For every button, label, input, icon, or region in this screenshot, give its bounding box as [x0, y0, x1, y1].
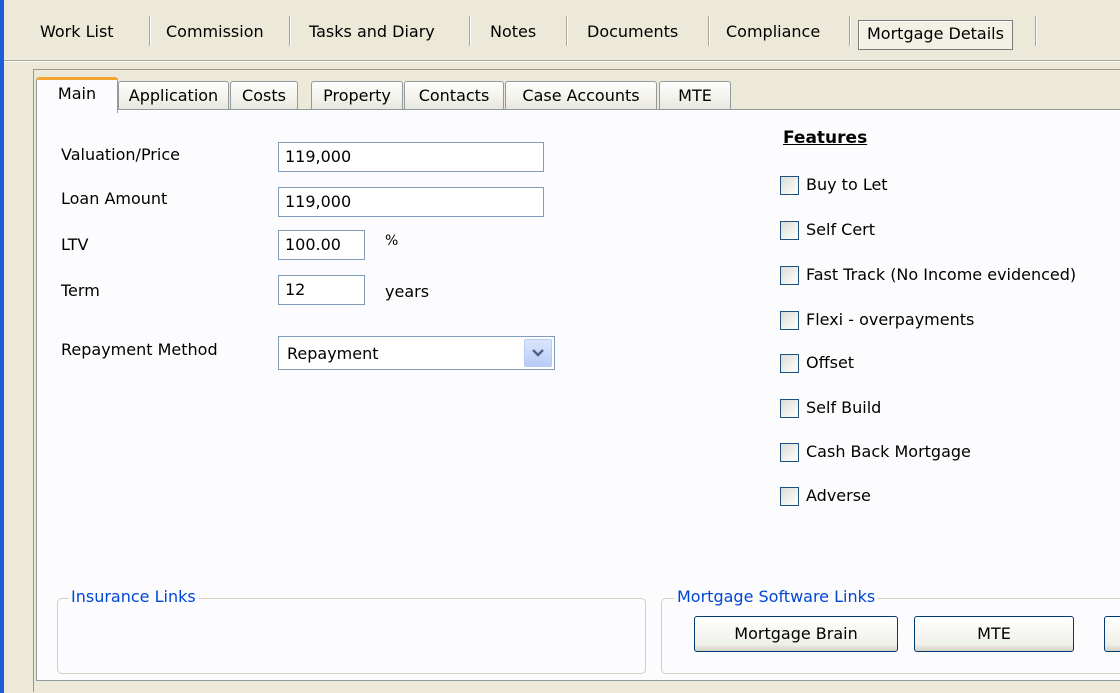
nav-separator [708, 16, 710, 46]
tab-application[interactable]: Application [118, 81, 229, 110]
nav-commission[interactable]: Commission [166, 19, 264, 47]
nav-separator [849, 16, 851, 46]
insurance-links-title: Insurance Links [68, 587, 199, 606]
checkbox[interactable] [780, 354, 799, 373]
ltv-label: LTV [61, 235, 89, 254]
partial-button[interactable] [1104, 616, 1120, 652]
tab-contacts[interactable]: Contacts [404, 81, 504, 110]
nav-mortgage-details[interactable]: Mortgage Details [858, 20, 1013, 50]
nav-notes[interactable]: Notes [490, 19, 536, 47]
nav-separator [566, 16, 568, 46]
insurance-links-group: Insurance Links [57, 587, 646, 674]
nav-separator [1035, 16, 1037, 46]
repayment-method-select[interactable]: Repayment [278, 336, 555, 370]
tab-mte[interactable]: MTE [659, 81, 731, 110]
ltv-unit: % [385, 233, 399, 249]
chevron-down-icon[interactable] [524, 339, 552, 367]
term-unit: years [385, 282, 430, 301]
tab-costs[interactable]: Costs [230, 81, 298, 110]
feature-label: Offset [806, 353, 855, 372]
feature-label: Self Build [806, 398, 882, 417]
nav-documents[interactable]: Documents [587, 19, 678, 47]
ltv-input[interactable]: 100.00 [278, 230, 365, 260]
nav-work-list[interactable]: Work List [40, 19, 114, 47]
checkbox[interactable] [780, 221, 799, 240]
top-navigation: Work List Commission Tasks and Diary Not… [4, 0, 1120, 60]
tab-strip: Main Application Costs Property Contacts… [36, 77, 1120, 113]
nav-compliance[interactable]: Compliance [726, 19, 820, 47]
checkbox[interactable] [780, 266, 799, 285]
feature-label: Cash Back Mortgage [806, 442, 971, 461]
valuation-label: Valuation/Price [61, 145, 180, 164]
feature-label: Self Cert [806, 220, 876, 239]
tab-property[interactable]: Property [311, 81, 403, 110]
repayment-method-label: Repayment Method [61, 340, 218, 359]
feature-label: Buy to Let [806, 175, 888, 194]
checkbox[interactable] [780, 399, 799, 418]
window-left-edge [0, 0, 4, 693]
loan-amount-label: Loan Amount [61, 189, 168, 208]
mte-button[interactable]: MTE [914, 616, 1074, 652]
checkbox[interactable] [780, 176, 799, 195]
checkbox[interactable] [780, 311, 799, 330]
nav-separator [289, 16, 291, 46]
loan-amount-input[interactable]: 119,000 [278, 187, 544, 217]
checkbox[interactable] [780, 487, 799, 506]
mortgage-brain-button[interactable]: Mortgage Brain [694, 616, 898, 652]
tab-case-accounts[interactable]: Case Accounts [505, 81, 657, 110]
feature-label: Flexi - overpayments [806, 310, 975, 329]
checkbox[interactable] [780, 443, 799, 462]
nav-separator [149, 16, 151, 46]
nav-separator [469, 16, 471, 46]
nav-divider-highlight [4, 61, 1120, 62]
valuation-input[interactable]: 119,000 [278, 142, 544, 172]
feature-label: Fast Track (No Income evidenced) [806, 265, 1077, 284]
features-heading: Features [783, 128, 868, 148]
term-label: Term [61, 281, 100, 300]
nav-tasks-and-diary[interactable]: Tasks and Diary [309, 19, 435, 47]
feature-label: Adverse [806, 486, 871, 505]
mortgage-software-links-title: Mortgage Software Links [674, 587, 879, 606]
term-input[interactable]: 12 [278, 275, 365, 305]
tab-main[interactable]: Main [36, 77, 118, 113]
repayment-method-value: Repayment [287, 344, 379, 363]
